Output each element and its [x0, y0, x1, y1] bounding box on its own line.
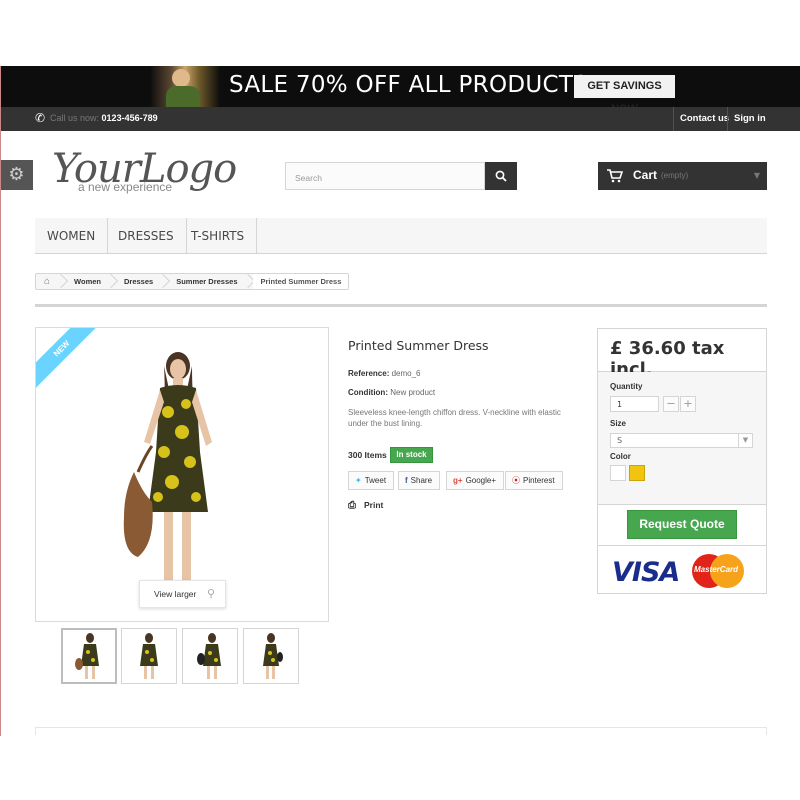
thumbnail-image: [263, 633, 283, 679]
quantity-available: 300 Items: [348, 450, 387, 460]
breadcrumb-separator: [58, 274, 66, 289]
search-input[interactable]: Search: [285, 162, 485, 190]
color-swatch-white[interactable]: [610, 465, 626, 481]
left-frame-edge: [0, 66, 1, 736]
quantity-decrease-button[interactable]: −: [663, 396, 679, 412]
cart-button[interactable]: Cart (empty) ▼: [598, 162, 767, 190]
sign-in-link[interactable]: Sign in: [727, 107, 772, 131]
quantity-input[interactable]: 1: [610, 396, 659, 412]
quantity-increase-button[interactable]: +: [680, 396, 696, 412]
breadcrumb-dresses[interactable]: Dresses: [116, 274, 160, 289]
payment-divider: [598, 545, 766, 546]
get-savings-button[interactable]: GET SAVINGS NOW: [574, 75, 675, 115]
gear-icon[interactable]: ⚙: [0, 160, 33, 190]
main-menu: WOMEN DRESSES T-SHIRTS: [35, 218, 767, 254]
top-nav-bar: ✆ Call us now: 0123-456-789 Contact us S…: [0, 107, 800, 131]
breadcrumb-separator: [108, 274, 116, 289]
cart-icon: [607, 169, 623, 183]
view-larger-button[interactable]: View larger ⚲: [139, 580, 226, 608]
size-selected-value: S: [617, 436, 623, 445]
call-us-text: Call us now: 0123-456-789: [50, 113, 158, 123]
section-divider: [35, 304, 767, 307]
cart-status: (empty): [661, 171, 689, 180]
size-label: Size: [610, 419, 627, 428]
product-options: Quantity 1 − + Size S ▼ Color: [598, 372, 766, 505]
tweet-button[interactable]: ✦ Tweet: [348, 471, 395, 490]
product-condition: Condition: New product: [348, 388, 436, 397]
share-button[interactable]: f Share: [398, 471, 441, 490]
breadcrumb-summer-dresses[interactable]: Summer Dresses: [168, 274, 244, 289]
facebook-icon: f: [405, 476, 408, 485]
breadcrumb-women[interactable]: Women: [66, 274, 108, 289]
payment-cards: VISA MasterCard: [612, 553, 752, 589]
cart-label: Cart: [633, 168, 658, 182]
contact-us-link[interactable]: Contact us: [673, 107, 735, 131]
size-select[interactable]: S ▼: [610, 433, 753, 448]
banner-sale-text: SALE 70% OFF ALL PRODUCTS: [229, 72, 589, 98]
request-quote-button[interactable]: Request Quote: [627, 510, 737, 539]
product-thumbnail[interactable]: [243, 628, 299, 684]
quantity-label: Quantity: [610, 382, 643, 391]
print-link[interactable]: ⎙ Print: [348, 500, 383, 511]
google-plus-button[interactable]: g+ Google+: [446, 471, 505, 490]
product-thumbnail[interactable]: [121, 628, 177, 684]
thumbnail-image: [197, 633, 221, 679]
chevron-down-icon: ▼: [753, 171, 760, 180]
twitter-icon: ✦: [355, 476, 362, 485]
visa-logo: VISA: [612, 557, 680, 588]
breadcrumb-separator: [160, 274, 168, 289]
product-thumbnail[interactable]: [61, 628, 117, 684]
print-icon: ⎙: [348, 500, 356, 511]
chevron-down-icon: ▼: [738, 434, 752, 447]
price-area: £ 36.60 tax incl.: [598, 329, 766, 380]
logo-tagline: a new experience: [78, 180, 173, 194]
color-label: Color: [610, 452, 631, 461]
menu-item-dresses[interactable]: DRESSES: [106, 218, 187, 254]
search-icon: [495, 170, 507, 182]
google-plus-icon: g+: [453, 476, 463, 485]
product-thumbnail[interactable]: [182, 628, 238, 684]
sale-banner[interactable]: SALE 70% OFF ALL PRODUCTS: [0, 66, 800, 107]
breadcrumb-separator: [245, 274, 253, 289]
new-badge: NEW: [36, 328, 104, 391]
stock-status-badge: In stock: [390, 447, 433, 463]
buy-box: £ 36.60 tax incl. Quantity 1 − + Size S …: [597, 328, 767, 594]
zoom-icon: ⚲: [206, 588, 215, 600]
phone-number: 0123-456-789: [101, 113, 158, 123]
thumbnail-image: [140, 633, 158, 679]
product-image[interactable]: NEW View larger ⚲: [35, 327, 329, 622]
breadcrumb-current: Printed Summer Dress: [252, 274, 349, 289]
banner-model-image: [150, 66, 220, 107]
product-reference: Reference: demo_6: [348, 369, 421, 378]
site-logo[interactable]: YourLogo a new experience: [52, 146, 237, 198]
bottom-section: [35, 727, 767, 735]
mastercard-logo: MasterCard: [694, 565, 739, 574]
phone-icon: ✆: [35, 111, 46, 125]
product-photo: [123, 352, 212, 598]
color-swatch-yellow[interactable]: [629, 465, 645, 481]
pinterest-icon: ⦿: [512, 476, 520, 485]
menu-item-women[interactable]: WOMEN: [35, 218, 109, 254]
breadcrumb: ⌂ Women Dresses Summer Dresses Printed S…: [35, 273, 350, 290]
search-button[interactable]: [485, 162, 517, 190]
product-description: Sleeveless knee-length chiffon dress. V-…: [348, 408, 561, 428]
menu-item-tshirts[interactable]: T-SHIRTS: [179, 218, 258, 254]
thumbnail-image: [75, 633, 99, 679]
pinterest-button[interactable]: ⦿ Pinterest: [505, 471, 563, 490]
product-title: Printed Summer Dress: [348, 338, 489, 353]
view-larger-label: View larger: [154, 589, 197, 599]
